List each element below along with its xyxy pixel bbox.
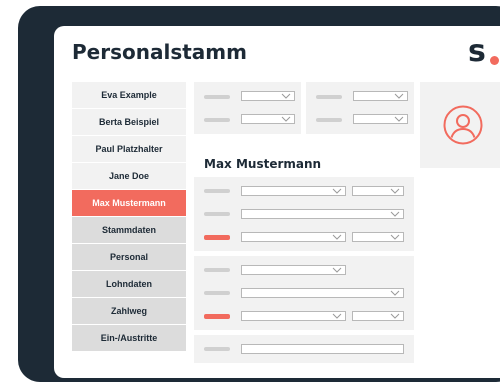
sidebar-item-zahlweg[interactable]: Zahlweg <box>72 298 186 325</box>
dropdown-field[interactable] <box>241 186 346 196</box>
chevron-down-icon <box>390 313 400 319</box>
sidebar-item-label: Eva Example <box>101 90 157 100</box>
chevron-down-icon <box>332 188 342 194</box>
required-label-placeholder <box>204 314 230 319</box>
page-title: Personalstamm <box>72 40 247 64</box>
brand-logo-dot <box>490 56 499 65</box>
sidebar-item-label: Ein-/Austritte <box>100 333 158 343</box>
label-placeholder <box>316 118 342 122</box>
chevron-down-icon <box>332 234 342 240</box>
chevron-down-icon <box>390 234 400 240</box>
dropdown-field[interactable] <box>241 232 346 242</box>
dropdown-field[interactable] <box>241 209 404 219</box>
sidebar-item-personal[interactable]: Personal <box>72 244 186 271</box>
label-placeholder <box>204 212 230 216</box>
sidebar-item-label: Zahlweg <box>110 306 147 316</box>
sidebar-item-jane-doe[interactable]: Jane Doe <box>72 163 186 190</box>
sidebar-item-label: Max Mustermann <box>92 198 166 208</box>
user-circle-icon <box>443 105 483 145</box>
profile-photo-box[interactable] <box>420 82 500 168</box>
chevron-down-icon <box>390 290 400 296</box>
personal-panel <box>194 256 414 330</box>
sidebar-item-label: Paul Platzhalter <box>95 144 163 154</box>
device-frame: Personalstamm s Eva Example Berta Beispi… <box>18 6 500 382</box>
sidebar-item-label: Lohndaten <box>106 279 152 289</box>
chevron-down-icon <box>390 188 400 194</box>
label-placeholder <box>204 268 230 272</box>
dropdown-field[interactable] <box>352 186 404 196</box>
chevron-down-icon <box>281 93 291 99</box>
sidebar-item-stammdaten[interactable]: Stammdaten <box>72 217 186 244</box>
label-placeholder <box>204 118 230 122</box>
sidebar-item-eva-example[interactable]: Eva Example <box>72 82 186 109</box>
chevron-down-icon <box>332 267 342 273</box>
chevron-down-icon <box>281 116 291 122</box>
dropdown-field[interactable] <box>241 288 404 298</box>
label-placeholder <box>204 189 230 193</box>
label-placeholder <box>316 95 342 99</box>
label-placeholder <box>204 95 230 99</box>
sidebar: Eva Example Berta Beispiel Paul Platzhal… <box>72 82 186 352</box>
stammdaten-panel <box>194 177 414 251</box>
top-left-panel <box>194 82 301 134</box>
sidebar-item-paul-platzhalter[interactable]: Paul Platzhalter <box>72 136 186 163</box>
chevron-down-icon <box>332 313 342 319</box>
chevron-down-icon <box>390 211 400 217</box>
dropdown-field[interactable] <box>352 311 404 321</box>
chevron-down-icon <box>394 93 404 99</box>
dropdown-field[interactable] <box>241 265 346 275</box>
sidebar-item-berta-beispiel[interactable]: Berta Beispiel <box>72 109 186 136</box>
sidebar-item-label: Jane Doe <box>108 171 150 181</box>
dropdown-field[interactable] <box>241 311 346 321</box>
brand-logo: s <box>468 34 486 69</box>
sidebar-item-label: Berta Beispiel <box>98 117 160 127</box>
text-field[interactable] <box>241 344 404 354</box>
employee-name-heading: Max Mustermann <box>204 157 322 171</box>
sidebar-item-ein-austritte[interactable]: Ein-/Austritte <box>72 325 186 352</box>
dropdown-field[interactable] <box>353 91 408 101</box>
dropdown-field[interactable] <box>353 114 408 124</box>
top-right-panel <box>306 82 414 134</box>
required-label-placeholder <box>204 235 230 240</box>
label-placeholder <box>204 347 230 351</box>
app-window: Personalstamm s Eva Example Berta Beispi… <box>54 26 500 378</box>
austritte-panel <box>194 335 414 363</box>
chevron-down-icon <box>394 116 404 122</box>
dropdown-field[interactable] <box>241 114 295 124</box>
sidebar-item-max-mustermann[interactable]: Max Mustermann <box>72 190 186 217</box>
dropdown-field[interactable] <box>241 91 295 101</box>
sidebar-item-label: Personal <box>109 252 149 262</box>
label-placeholder <box>204 291 230 295</box>
dropdown-field[interactable] <box>352 232 404 242</box>
sidebar-item-label: Stammdaten <box>101 225 156 235</box>
sidebar-item-lohndaten[interactable]: Lohndaten <box>72 271 186 298</box>
